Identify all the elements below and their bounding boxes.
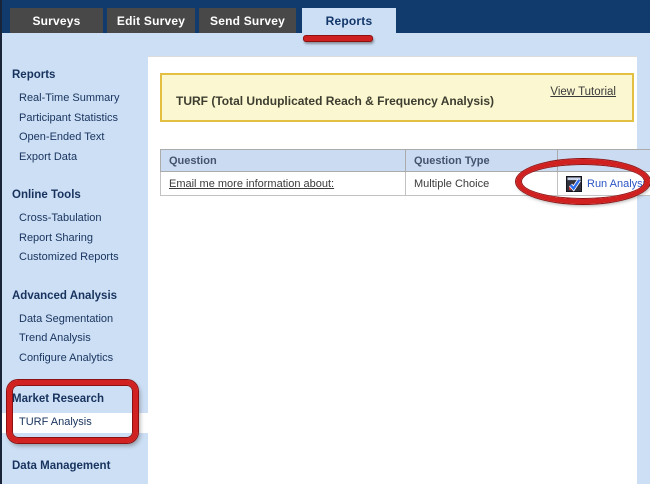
column-header-actions	[558, 150, 650, 172]
sidebar-item-data-segmentation[interactable]: Data Segmentation	[2, 310, 148, 330]
app-window: SurveysEdit SurveySend SurveyReports Rep…	[0, 0, 650, 484]
market-research-box-annotation	[7, 380, 138, 443]
sidebar-section-reports: Reports Real-Time SummaryParticipant Stat…	[2, 69, 148, 167]
sidebar-item-customized-reports[interactable]: Customized Reports	[2, 248, 148, 268]
table-header-row: QuestionQuestion Type	[161, 150, 650, 172]
sidebar-section-online-tools: Online Tools Cross-TabulationReport Shari…	[2, 189, 148, 268]
sidebar-item-report-sharing[interactable]: Report Sharing	[2, 229, 148, 249]
run-analysis-icon	[566, 176, 582, 192]
sidebar-section-market-research: Market Research TURF Analysis	[2, 393, 148, 433]
sidebar-item-participant-statistics[interactable]: Participant Statistics	[2, 109, 148, 129]
question-type-cell: Multiple Choice	[406, 172, 558, 196]
tab-send-survey[interactable]: Send Survey	[199, 8, 296, 33]
reports-tab-underline-annotation	[303, 35, 373, 42]
view-tutorial-link[interactable]: View Tutorial	[550, 86, 616, 98]
sidebar-item-configure-analytics[interactable]: Configure Analytics	[2, 349, 148, 369]
question-table: QuestionQuestion Type Email me more info…	[160, 149, 650, 196]
action-cell: Run Analysis »	[558, 172, 650, 196]
question-link[interactable]: Email me more information about:	[169, 178, 334, 190]
turf-header-box: TURF (Total Unduplicated Reach & Frequen…	[160, 73, 634, 122]
question-cell: Email me more information about:	[161, 172, 406, 196]
sidebar-item-turf-analysis[interactable]: TURF Analysis	[2, 413, 148, 433]
page-title: TURF (Total Unduplicated Reach & Frequen…	[176, 94, 494, 108]
sidebar-section-data-management: Data Management	[2, 460, 148, 473]
sidebar-section-header-reports: Reports	[2, 69, 148, 82]
sidebar-navigation: Reports Real-Time SummaryParticipant Stat…	[2, 33, 148, 484]
run-analysis-link[interactable]: Run Analysis »	[587, 178, 650, 190]
tab-edit-survey[interactable]: Edit Survey	[107, 8, 195, 33]
sidebar-section-header-advanced-analysis: Advanced Analysis	[2, 290, 148, 303]
tab-surveys[interactable]: Surveys	[10, 8, 103, 33]
column-header-question: Question	[161, 150, 406, 172]
sidebar-section-header-data-management: Data Management	[2, 460, 148, 473]
column-header-question-type: Question Type	[406, 150, 558, 172]
sidebar-section-header-market-research: Market Research	[2, 393, 148, 406]
top-navigation-bar: SurveysEdit SurveySend SurveyReports	[0, 0, 650, 33]
content-panel: TURF (Total Unduplicated Reach & Frequen…	[148, 56, 637, 484]
sidebar-item-export-data[interactable]: Export Data	[2, 148, 148, 168]
sidebar-item-open-ended-text[interactable]: Open-Ended Text	[2, 128, 148, 148]
sidebar-item-real-time-summary[interactable]: Real-Time Summary	[2, 89, 148, 109]
table-row: Email me more information about: Multiple…	[161, 172, 650, 196]
tab-reports[interactable]: Reports	[302, 8, 396, 33]
table-body: Email me more information about: Multiple…	[161, 172, 650, 196]
sidebar-section-advanced-analysis: Advanced Analysis Data SegmentationTrend …	[2, 290, 148, 369]
sidebar-item-trend-analysis[interactable]: Trend Analysis	[2, 329, 148, 349]
sidebar-item-cross-tabulation[interactable]: Cross-Tabulation	[2, 209, 148, 229]
window-left-edge	[0, 0, 2, 484]
sidebar-section-header-online-tools: Online Tools	[2, 189, 148, 202]
